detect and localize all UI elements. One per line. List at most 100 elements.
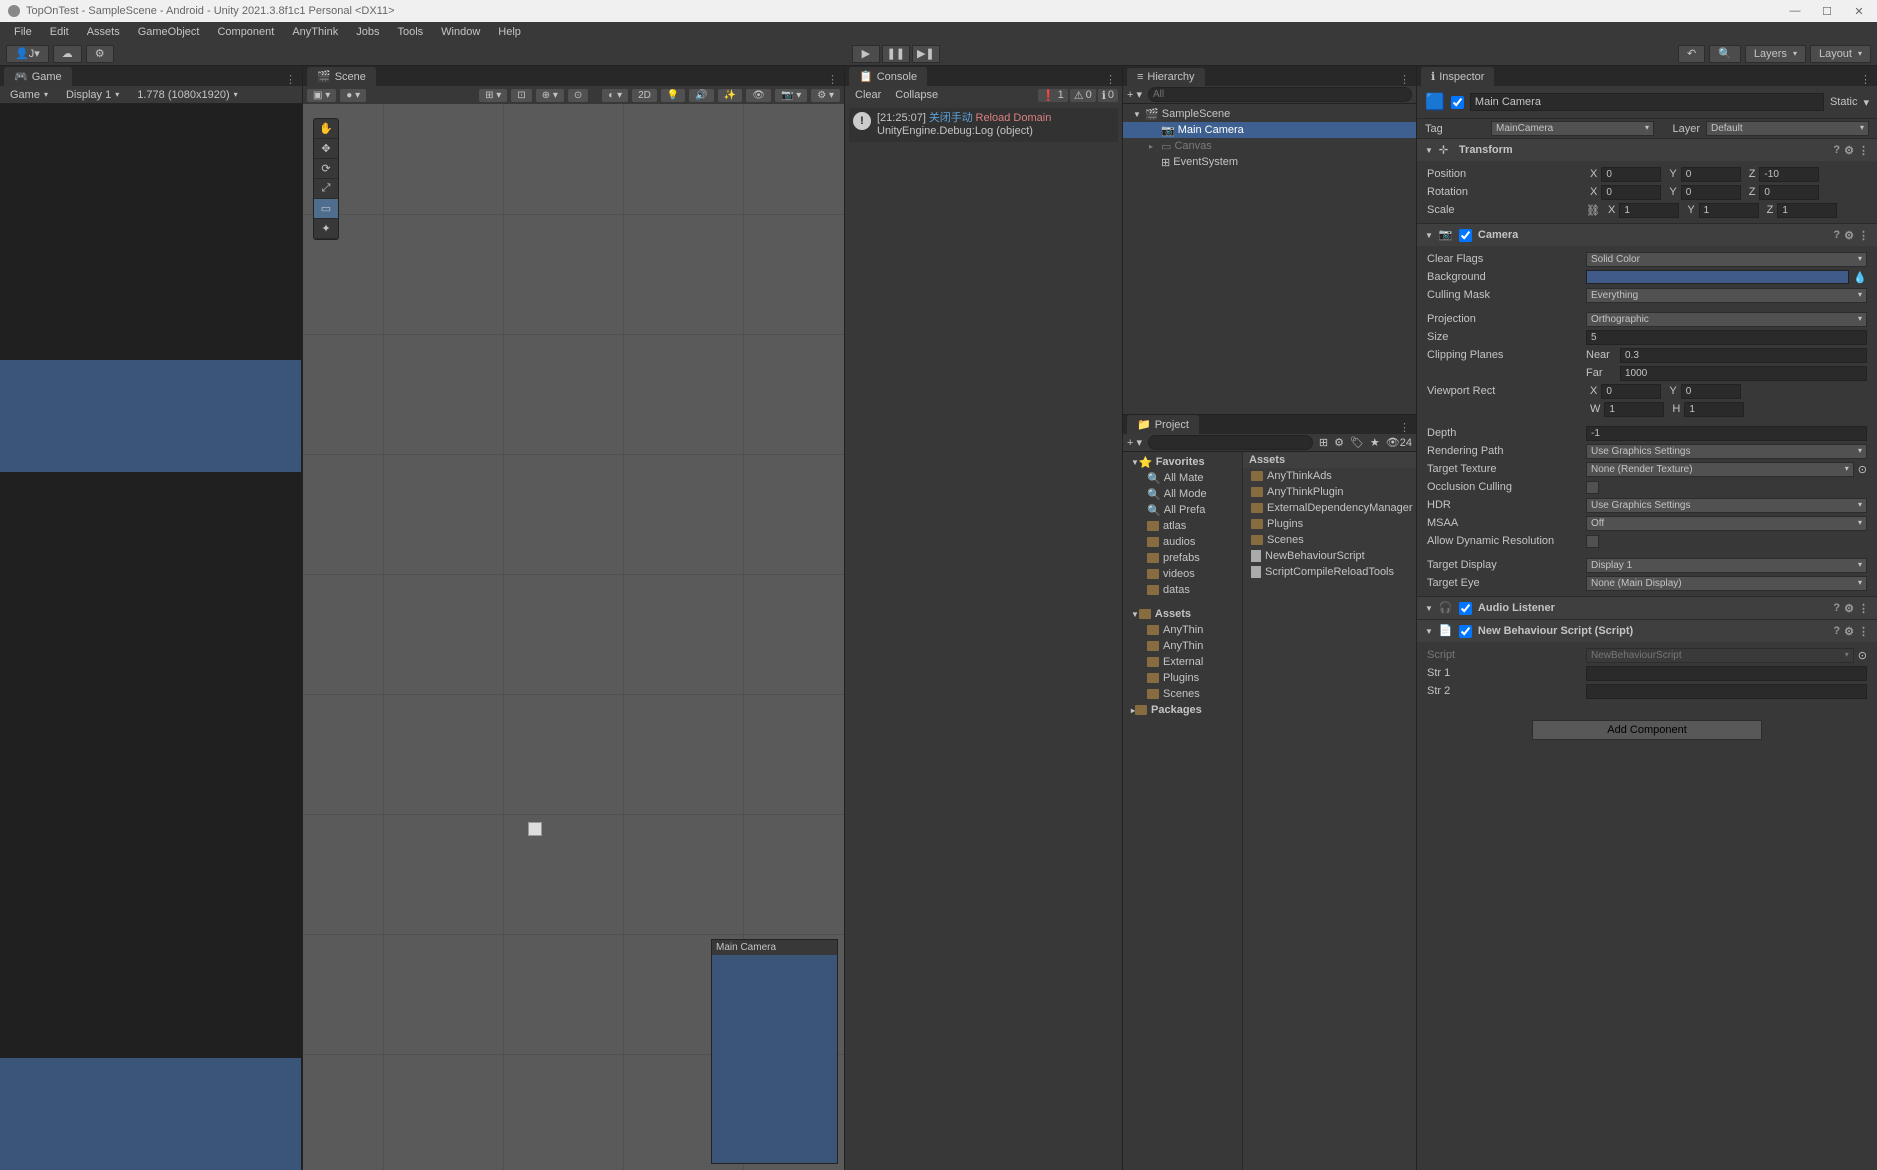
static-dropdown[interactable]: ▾ — [1863, 96, 1869, 109]
fx-button[interactable]: ✨ — [718, 89, 742, 102]
snap-button[interactable]: ⊡ — [511, 89, 531, 102]
favorites-header[interactable]: ▼⭐ Favorites — [1123, 454, 1242, 470]
visibility-button[interactable]: 👁 — [746, 89, 771, 102]
near-input[interactable] — [1620, 348, 1867, 363]
camera-button[interactable]: 📷 ▾ — [775, 89, 807, 102]
hierarchy-item-eventsystem[interactable]: ⊞ EventSystem — [1123, 154, 1416, 170]
folder-item[interactable]: atlas — [1123, 518, 1242, 534]
camera-header[interactable]: ▼📷 Camera ?⚙⋮ — [1417, 224, 1877, 246]
search-scope[interactable]: ⊞ — [1319, 436, 1328, 449]
layout-dropdown[interactable]: Layout — [1810, 45, 1871, 63]
rot-x-input[interactable] — [1601, 185, 1661, 200]
hierarchy-item-canvas[interactable]: ▸▭ Canvas — [1123, 138, 1416, 154]
packages-header[interactable]: ▸Packages — [1123, 702, 1242, 718]
add-component-button[interactable]: Add Component — [1532, 720, 1762, 740]
project-create-dropdown[interactable]: + ▾ — [1127, 436, 1142, 449]
far-input[interactable] — [1620, 366, 1867, 381]
error-count[interactable]: ❗1 — [1038, 89, 1068, 102]
debug-draw-dropdown[interactable]: ◐ ▾ — [602, 89, 628, 102]
game-tab-options[interactable]: ⋮ — [279, 73, 302, 86]
preset-icon[interactable]: ⚙ — [1844, 229, 1854, 242]
tab-inspector[interactable]: ℹ Inspector — [1421, 67, 1494, 86]
menu-anythink[interactable]: AnyThink — [284, 24, 346, 40]
scale-link-icon[interactable]: ⛓ — [1586, 204, 1600, 217]
help-icon[interactable]: ? — [1833, 625, 1840, 638]
hidden-count[interactable]: 👁24 — [1386, 436, 1412, 449]
folder-item[interactable]: audios — [1123, 534, 1242, 550]
scene-view[interactable]: ✋ ✥ ⟳ ⤢ ▭ ✦ Main Camera — [303, 104, 844, 1170]
project-asset[interactable]: AnyThinkPlugin — [1243, 484, 1416, 500]
help-icon[interactable]: ? — [1833, 229, 1840, 242]
folder-item[interactable]: Plugins — [1123, 670, 1242, 686]
depth-input[interactable] — [1586, 426, 1867, 441]
fav-item[interactable]: 🔍 All Mate — [1123, 470, 1242, 486]
menu-icon[interactable]: ⋮ — [1858, 229, 1869, 242]
projection-dropdown[interactable]: Orthographic — [1586, 312, 1867, 327]
project-tab-options[interactable]: ⋮ — [1393, 421, 1416, 434]
warn-count[interactable]: ⚠0 — [1070, 89, 1096, 102]
search-button[interactable]: 🔍 — [1709, 45, 1741, 63]
folder-item[interactable]: datas — [1123, 582, 1242, 598]
gizmos-dropdown[interactable]: ⚙ ▾ — [811, 89, 840, 102]
dynres-checkbox[interactable] — [1586, 535, 1599, 548]
hierarchy-tab-options[interactable]: ⋮ — [1393, 73, 1416, 86]
scale-y-input[interactable] — [1699, 203, 1759, 218]
display-dropdown[interactable]: Display 1 — [60, 88, 125, 102]
search-by-type[interactable]: ⚙ — [1334, 436, 1344, 449]
hierarchy-search[interactable] — [1148, 87, 1412, 102]
audio-listener-header[interactable]: ▼🎧 Audio Listener ?⚙⋮ — [1417, 597, 1877, 619]
object-picker-icon[interactable]: ⊙ — [1858, 463, 1867, 476]
close-button[interactable]: ✕ — [1849, 4, 1869, 18]
shading-dropdown[interactable]: ● ▾ — [340, 89, 366, 102]
transform-tool[interactable]: ✦ — [314, 219, 338, 239]
target-eye-dropdown[interactable]: None (Main Display) — [1586, 576, 1867, 591]
tab-console[interactable]: 📋 Console — [849, 67, 927, 86]
help-icon[interactable]: ? — [1833, 602, 1840, 615]
tab-hierarchy[interactable]: ≡ Hierarchy — [1127, 68, 1205, 86]
cloud-button[interactable]: ☁ — [53, 45, 82, 63]
rect-tool[interactable]: ▭ — [314, 199, 338, 219]
tab-game[interactable]: 🎮 Game — [4, 67, 72, 86]
menu-component[interactable]: Component — [209, 24, 282, 40]
layers-dropdown[interactable]: Layers — [1745, 45, 1806, 63]
account-button[interactable]: 👤 J ▾ — [6, 45, 49, 63]
gameobject-name-input[interactable] — [1470, 93, 1824, 111]
viewport-h-input[interactable] — [1684, 402, 1744, 417]
folder-item[interactable]: AnyThin — [1123, 622, 1242, 638]
rot-z-input[interactable] — [1759, 185, 1819, 200]
color-picker-icon[interactable]: 💧 — [1853, 271, 1867, 284]
preset-icon[interactable]: ⚙ — [1844, 144, 1854, 157]
str2-input[interactable] — [1586, 684, 1867, 699]
menu-jobs[interactable]: Jobs — [348, 24, 387, 40]
scale-z-input[interactable] — [1777, 203, 1837, 218]
menu-tools[interactable]: Tools — [389, 24, 431, 40]
pos-z-input[interactable] — [1759, 167, 1819, 182]
collapse-button[interactable]: Collapse — [889, 88, 944, 102]
save-search[interactable]: ★ — [1370, 436, 1380, 449]
project-asset[interactable]: AnyThinkAds — [1243, 468, 1416, 484]
step-button[interactable]: ▶❚ — [912, 45, 940, 63]
viewport-y-input[interactable] — [1681, 384, 1741, 399]
project-search[interactable] — [1148, 435, 1313, 450]
help-icon[interactable]: ? — [1833, 144, 1840, 157]
folder-item[interactable]: videos — [1123, 566, 1242, 582]
scale-tool[interactable]: ⤢ — [314, 179, 338, 199]
folder-item[interactable]: Scenes — [1123, 686, 1242, 702]
hdr-dropdown[interactable]: Use Graphics Settings — [1586, 498, 1867, 513]
pos-x-input[interactable] — [1601, 167, 1661, 182]
fav-item[interactable]: 🔍 All Mode — [1123, 486, 1242, 502]
script-enabled-checkbox[interactable] — [1459, 625, 1472, 638]
aspect-dropdown[interactable]: 1.778 (1080x1920) — [131, 88, 243, 102]
inspector-tab-options[interactable]: ⋮ — [1854, 73, 1877, 86]
create-dropdown[interactable]: + ▾ — [1127, 88, 1142, 101]
play-button[interactable]: ▶ — [852, 45, 880, 63]
game-mode-dropdown[interactable]: Game — [4, 88, 54, 102]
transform-header[interactable]: ▼⊹ Transform ?⚙⋮ — [1417, 139, 1877, 161]
viewport-w-input[interactable] — [1604, 402, 1664, 417]
tag-dropdown[interactable]: MainCamera — [1491, 121, 1654, 136]
console-tab-options[interactable]: ⋮ — [1099, 73, 1122, 86]
project-asset[interactable]: Scenes — [1243, 532, 1416, 548]
preset-icon[interactable]: ⚙ — [1844, 602, 1854, 615]
move-tool[interactable]: ✥ — [314, 139, 338, 159]
menu-help[interactable]: Help — [490, 24, 529, 40]
